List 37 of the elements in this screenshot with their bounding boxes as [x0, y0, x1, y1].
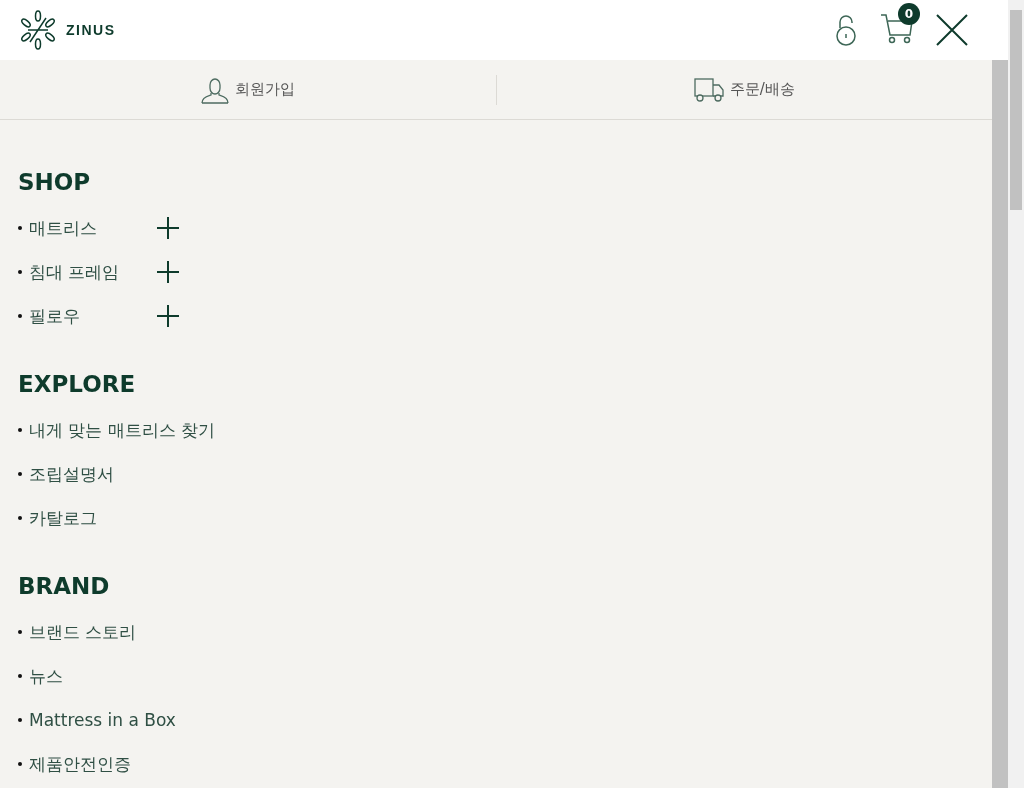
bullet-icon [18, 314, 22, 318]
cart-count-badge: 0 [898, 3, 920, 25]
section-heading: SHOP [18, 168, 92, 196]
scrollbar-thumb[interactable] [1010, 10, 1022, 210]
nav-link[interactable]: 회원가입 [200, 75, 295, 104]
menu-link[interactable]: 카탈로그 [29, 506, 97, 530]
menu-link[interactable]: 매트리스 [29, 216, 97, 240]
padlock-icon[interactable] [834, 14, 858, 46]
menu-link[interactable]: Mattress in a Box [29, 710, 176, 730]
plus-icon[interactable] [157, 261, 179, 283]
close-icon[interactable] [936, 14, 968, 46]
user-icon [200, 75, 229, 104]
bullet-icon [18, 674, 22, 678]
plus-icon[interactable] [157, 305, 179, 327]
section-heading: BRAND [18, 572, 111, 600]
menu-link[interactable]: 침대 프레임 [29, 260, 120, 284]
bullet-icon [18, 762, 22, 766]
menu-link[interactable]: 뉴스 [29, 664, 63, 688]
menu-link[interactable]: 제품안전인증 [29, 752, 131, 776]
menu-link[interactable]: 브랜드 스토리 [29, 620, 137, 644]
menu-link[interactable]: 조립설명서 [29, 462, 114, 486]
bullet-icon [18, 226, 22, 230]
menu-link[interactable]: 필로우 [29, 304, 80, 328]
menu-link[interactable]: 내게 맞는 매트리스 찾기 [29, 418, 216, 442]
leaf-logo-icon [18, 10, 58, 50]
bullet-icon [18, 630, 22, 634]
nav-link[interactable]: 주문/배송 [693, 76, 795, 103]
scrollbar[interactable] [992, 60, 1008, 788]
bullet-icon [18, 516, 22, 520]
bullet-icon [18, 472, 22, 476]
bullet-icon [18, 428, 22, 432]
bullet-icon [18, 270, 22, 274]
truck-icon [693, 76, 724, 103]
plus-icon[interactable] [157, 217, 179, 239]
logo-text: ZINUS [66, 22, 116, 38]
bullet-icon [18, 718, 22, 722]
section-heading: EXPLORE [18, 370, 137, 398]
